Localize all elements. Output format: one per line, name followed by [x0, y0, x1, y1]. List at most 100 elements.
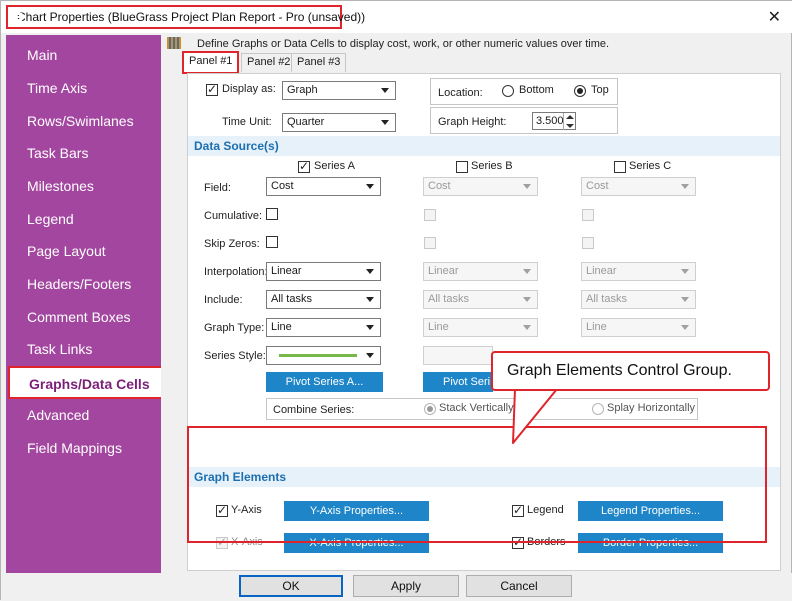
location-top-label: Top — [591, 84, 609, 96]
series-c-include-value: All tasks — [586, 293, 627, 305]
series-a-style-select[interactable] — [266, 346, 381, 365]
location-top-radio[interactable] — [574, 85, 586, 97]
sidebar-item-time-axis[interactable]: Time Axis — [6, 72, 161, 105]
graph-height-value: 3.500 — [536, 115, 564, 127]
series-a-checkbox[interactable] — [298, 159, 310, 173]
series-c-checkbox[interactable] — [614, 161, 626, 173]
interpolation-label: Interpolation: — [204, 266, 268, 278]
location-bottom-radio[interactable] — [502, 85, 514, 97]
location-group: Location: Bottom Top — [430, 78, 618, 105]
graph-elements-annotation-box — [187, 426, 767, 543]
chevron-down-icon — [366, 353, 374, 358]
series-b-style-select — [423, 346, 493, 365]
series-a-label: Series A — [314, 160, 355, 172]
series-b-checkbox[interactable] — [456, 161, 468, 173]
chevron-down-icon — [681, 184, 689, 189]
series-c-graph-type-select: Line — [581, 318, 696, 337]
time-unit-label: Time Unit: — [222, 116, 272, 128]
graph-height-group: Graph Height: 3.500 — [430, 107, 618, 134]
series-b-label: Series B — [471, 160, 513, 172]
series-b-graph-type-value: Line — [428, 321, 449, 333]
apply-button[interactable]: Apply — [353, 575, 459, 597]
series-b-cumulative-checkbox — [424, 209, 436, 221]
tab-panel-1[interactable]: Panel #1 — [182, 51, 240, 74]
sidebar-item-task-links[interactable]: Task Links — [6, 333, 161, 366]
series-b-include-value: All tasks — [428, 293, 469, 305]
sidebar: Main Time Axis Rows/Swimlanes Task Bars … — [6, 35, 170, 573]
chevron-down-icon — [366, 325, 374, 330]
series-c-graph-type-value: Line — [586, 321, 607, 333]
window-title: Chart Properties (BlueGrass Project Plan… — [17, 10, 366, 24]
location-label: Location: — [438, 87, 483, 99]
series-a-line-swatch — [279, 354, 357, 357]
series-b-skip-zeros-checkbox — [424, 237, 436, 249]
display-as-value: Graph — [287, 84, 318, 96]
close-icon[interactable]: ✕ — [768, 7, 781, 27]
sidebar-item-headers-footers[interactable]: Headers/Footers — [6, 268, 161, 301]
sidebar-item-field-mappings[interactable]: Field Mappings — [6, 432, 161, 465]
series-b-field-select: Cost — [423, 177, 538, 196]
sidebar-item-milestones[interactable]: Milestones — [6, 170, 161, 203]
ok-button[interactable]: OK — [239, 575, 343, 597]
graph-height-input[interactable]: 3.500 — [532, 112, 576, 130]
sidebar-item-rows-swimlanes[interactable]: Rows/Swimlanes — [6, 105, 161, 138]
chevron-down-icon — [681, 325, 689, 330]
series-style-label: Series Style: — [204, 350, 266, 362]
series-c-field-value: Cost — [586, 180, 609, 192]
series-a-include-select[interactable]: All tasks — [266, 290, 381, 309]
tab-panel-3[interactable]: Panel #3 — [291, 53, 347, 72]
graph-type-label: Graph Type: — [204, 322, 265, 334]
time-unit-select[interactable]: Quarter — [282, 113, 396, 132]
sidebar-item-task-bars[interactable]: Task Bars — [6, 137, 161, 170]
series-a-field-value: Cost — [271, 180, 294, 192]
combine-series-label: Combine Series: — [273, 404, 355, 416]
sidebar-item-main[interactable]: Main — [6, 39, 161, 72]
cumulative-label: Cumulative: — [204, 210, 263, 222]
series-a-field-select[interactable]: Cost — [266, 177, 381, 196]
sidebar-item-advanced[interactable]: Advanced — [6, 399, 161, 432]
chevron-down-icon — [523, 297, 531, 302]
graph-icon — [167, 37, 181, 49]
chevron-down-icon — [381, 88, 389, 93]
graph-height-label: Graph Height: — [438, 116, 507, 128]
series-a-graph-type-value: Line — [271, 321, 292, 333]
chevron-down-icon — [366, 269, 374, 274]
include-label: Include: — [204, 294, 243, 306]
field-label: Field: — [204, 182, 231, 194]
location-bottom-label: Bottom — [519, 84, 554, 96]
cancel-button[interactable]: Cancel — [466, 575, 572, 597]
series-a-interpolation-select[interactable]: Linear — [266, 262, 381, 281]
series-b-include-select: All tasks — [423, 290, 538, 309]
title-bar: Chart Properties (BlueGrass Project Plan… — [1, 1, 792, 33]
sidebar-item-graphs-data-cells[interactable]: Graphs/Data Cells — [8, 366, 170, 399]
callout-label: Graph Elements Control Group. — [491, 351, 770, 391]
series-c-label: Series C — [629, 160, 672, 172]
series-a-graph-type-select[interactable]: Line — [266, 318, 381, 337]
series-a-skip-zeros-checkbox[interactable] — [266, 236, 278, 248]
callout-pointer — [512, 387, 558, 444]
sidebar-item-comment-boxes[interactable]: Comment Boxes — [6, 301, 161, 334]
chevron-down-icon — [523, 269, 531, 274]
series-b-field-value: Cost — [428, 180, 451, 192]
display-as-label: Display as: — [222, 83, 276, 95]
pivot-series-a-button[interactable]: Pivot Series A... — [266, 372, 383, 392]
splay-horizontally-label: Splay Horizontally — [607, 402, 696, 414]
chevron-down-icon — [681, 297, 689, 302]
chevron-down-icon — [366, 297, 374, 302]
series-c-field-select: Cost — [581, 177, 696, 196]
series-a-interpolation-value: Linear — [271, 265, 302, 277]
chevron-down-icon — [523, 184, 531, 189]
series-b-interpolation-value: Linear — [428, 265, 459, 277]
series-c-skip-zeros-checkbox — [582, 237, 594, 249]
display-as-select[interactable]: Graph — [282, 81, 396, 100]
sidebar-item-page-layout[interactable]: Page Layout — [6, 235, 161, 268]
display-as-checkbox[interactable] — [206, 82, 218, 96]
tab-panel-2[interactable]: Panel #2 — [241, 53, 297, 72]
sidebar-item-legend[interactable]: Legend — [6, 203, 161, 236]
series-a-cumulative-checkbox[interactable] — [266, 208, 278, 220]
splay-horizontally-radio — [592, 403, 604, 415]
chevron-down-icon — [381, 120, 389, 125]
spinner-icon[interactable] — [563, 113, 575, 130]
data-source-heading: Data Source(s) — [188, 136, 780, 156]
pivot-series-b-button[interactable]: Pivot Seri — [423, 372, 493, 392]
